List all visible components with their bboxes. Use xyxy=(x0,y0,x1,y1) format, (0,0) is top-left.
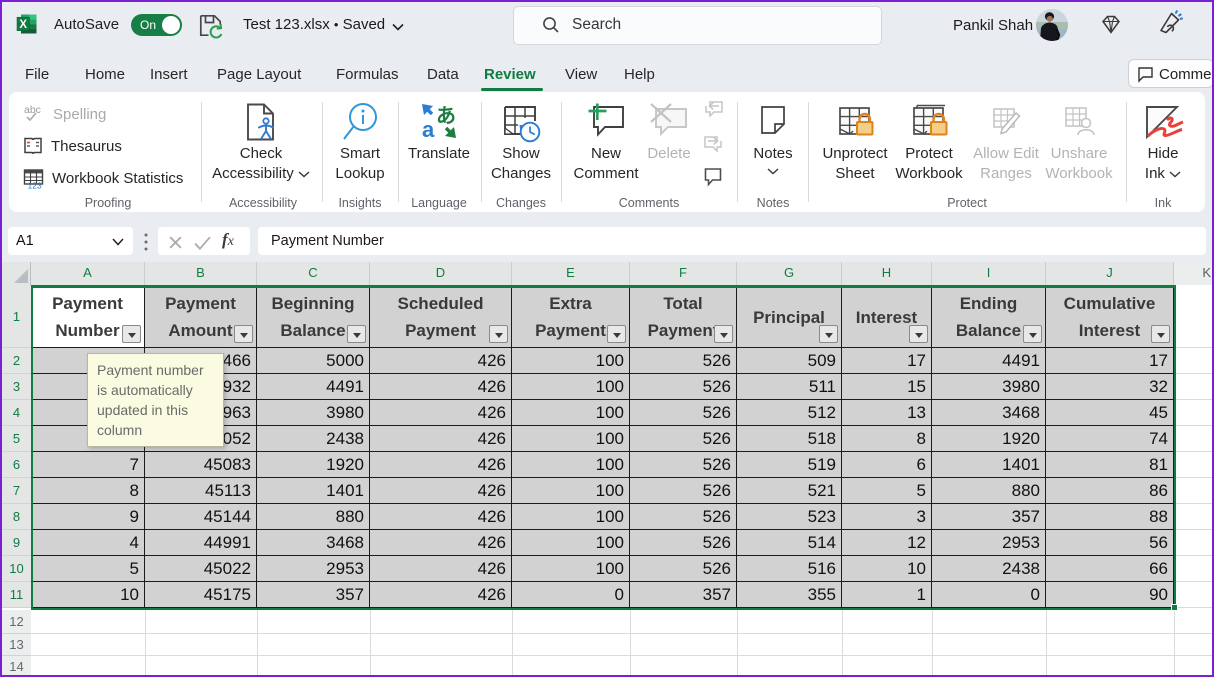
svg-text:abc: abc xyxy=(24,104,41,116)
svg-text:X: X xyxy=(19,19,27,31)
svg-text:a: a xyxy=(422,117,435,139)
svg-text:123: 123 xyxy=(28,180,42,189)
svg-text:あ: あ xyxy=(436,105,456,128)
